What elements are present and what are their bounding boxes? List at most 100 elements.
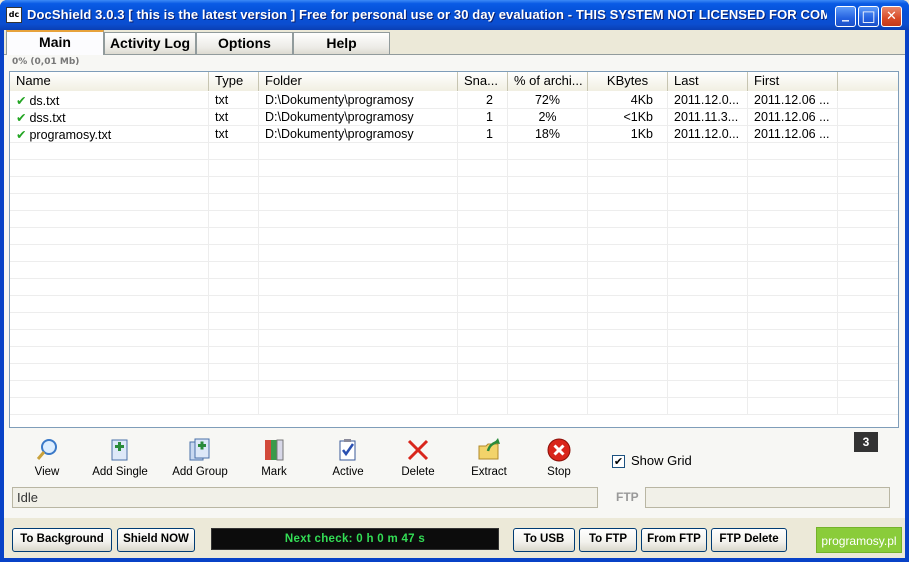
cell-percent xyxy=(508,143,588,160)
to-ftp-button[interactable]: To FTP xyxy=(579,528,637,552)
cell-folder: D:\Dokumenty\programosy xyxy=(259,126,458,143)
cell-last: 2011.12.0... xyxy=(668,92,748,109)
show-grid-checkbox[interactable]: ✔ Show Grid xyxy=(612,453,692,469)
cell-filler xyxy=(838,262,898,279)
cell-percent: 72% xyxy=(508,92,588,109)
cell-last xyxy=(668,347,748,364)
cell-name xyxy=(10,160,209,177)
tab-activity-log[interactable]: Activity Log xyxy=(104,32,196,54)
red-x-icon xyxy=(405,437,431,463)
cell-folder xyxy=(259,347,458,364)
cell-filler xyxy=(838,313,898,330)
from-ftp-button[interactable]: From FTP xyxy=(641,528,707,552)
cell-first xyxy=(748,194,838,211)
add-group-button[interactable]: Add Group xyxy=(165,435,235,481)
table-row[interactable]: ✔ ds.txt txt D:\Dokumenty\programosy 2 72% 4Kb… xyxy=(10,92,898,109)
cell-last xyxy=(668,279,748,296)
cell-folder xyxy=(259,313,458,330)
cell-last xyxy=(668,330,748,347)
column-header-name[interactable]: Name xyxy=(10,72,209,91)
cell-type xyxy=(209,177,259,194)
to-background-button[interactable]: To Background xyxy=(12,528,112,552)
file-list[interactable]: Name Type Folder Sna... % of archi... KB… xyxy=(9,71,899,428)
column-header-last[interactable]: Last xyxy=(668,72,748,91)
column-header-folder[interactable]: Folder xyxy=(259,72,458,91)
cell-percent xyxy=(508,330,588,347)
cell-first xyxy=(748,211,838,228)
mark-button[interactable]: Mark xyxy=(239,435,309,481)
cell-type xyxy=(209,398,259,415)
cell-last xyxy=(668,313,748,330)
cell-filler xyxy=(838,347,898,364)
active-button[interactable]: Active xyxy=(313,435,383,481)
cell-snapshots xyxy=(458,211,508,228)
empty-row xyxy=(10,194,898,211)
app-icon[interactable]: dc xyxy=(6,7,22,23)
cell-type xyxy=(209,160,259,177)
add-single-button[interactable]: Add Single xyxy=(85,435,155,481)
extract-button[interactable]: Extract xyxy=(454,435,524,481)
cell-type xyxy=(209,296,259,313)
table-row[interactable]: ✔ dss.txt txt D:\Dokumenty\programosy 1 2% <1K… xyxy=(10,109,898,126)
cell-name xyxy=(10,381,209,398)
maximize-button[interactable]: □ xyxy=(858,6,879,27)
delete-button[interactable]: Delete xyxy=(383,435,453,481)
magnifier-icon xyxy=(34,437,60,463)
minimize-button[interactable]: _ xyxy=(835,6,856,27)
column-header-snapshots[interactable]: Sna... xyxy=(458,72,508,91)
cell-filler xyxy=(838,109,898,126)
shield-now-button[interactable]: Shield NOW xyxy=(117,528,195,552)
stop-button[interactable]: Stop xyxy=(524,435,594,481)
cell-name xyxy=(10,143,209,160)
cell-last xyxy=(668,194,748,211)
close-icon: ✕ xyxy=(886,9,897,24)
cell-snapshots: 1 xyxy=(458,109,508,126)
brand-logo[interactable]: programosy.pl xyxy=(816,527,902,553)
cell-folder xyxy=(259,143,458,160)
column-header-percent[interactable]: % of archi... xyxy=(508,72,588,91)
cell-name xyxy=(10,313,209,330)
cell-first xyxy=(748,262,838,279)
column-header-first[interactable]: First xyxy=(748,72,838,91)
cell-first xyxy=(748,381,838,398)
cell-percent xyxy=(508,262,588,279)
cell-folder: D:\Dokumenty\programosy xyxy=(259,92,458,109)
cell-snapshots xyxy=(458,330,508,347)
table-row[interactable]: ✔ programosy.txt txt D:\Dokumenty\programos… xyxy=(10,126,898,143)
tab-options[interactable]: Options xyxy=(196,32,293,54)
cell-folder xyxy=(259,160,458,177)
cell-type xyxy=(209,245,259,262)
cell-type xyxy=(209,347,259,364)
cell-name xyxy=(10,398,209,415)
cell-first xyxy=(748,228,838,245)
close-button[interactable]: ✕ xyxy=(881,6,902,27)
cell-last xyxy=(668,364,748,381)
cell-last: 2011.12.0... xyxy=(668,126,748,143)
tab-main[interactable]: Main xyxy=(6,30,104,55)
cell-type xyxy=(209,364,259,381)
cell-kbytes xyxy=(588,228,668,245)
title-bar[interactable]: dc DocShield 3.0.3 [ this is the latest … xyxy=(0,0,909,30)
cell-percent xyxy=(508,177,588,194)
cell-snapshots xyxy=(458,279,508,296)
cell-name xyxy=(10,330,209,347)
action-toolbar: View Add Single Add Group Mark Active De… xyxy=(4,433,905,485)
show-grid-check[interactable]: ✔ xyxy=(612,455,625,469)
cell-percent xyxy=(508,364,588,381)
ftp-label: FTP xyxy=(616,490,639,504)
to-usb-button[interactable]: To USB xyxy=(513,528,575,552)
empty-row xyxy=(10,330,898,347)
tab-help[interactable]: Help xyxy=(293,32,390,54)
view-button[interactable]: View xyxy=(12,435,82,481)
cell-filler xyxy=(838,398,898,415)
cell-folder xyxy=(259,381,458,398)
column-header-type[interactable]: Type xyxy=(209,72,259,91)
cell-name xyxy=(10,211,209,228)
cell-snapshots xyxy=(458,381,508,398)
cell-filler xyxy=(838,211,898,228)
ftp-delete-button[interactable]: FTP Delete xyxy=(711,528,787,552)
cell-first: 2011.12.06 ... xyxy=(748,109,838,126)
column-header-kbytes[interactable]: KBytes xyxy=(588,72,668,91)
empty-row xyxy=(10,296,898,313)
cell-type xyxy=(209,194,259,211)
